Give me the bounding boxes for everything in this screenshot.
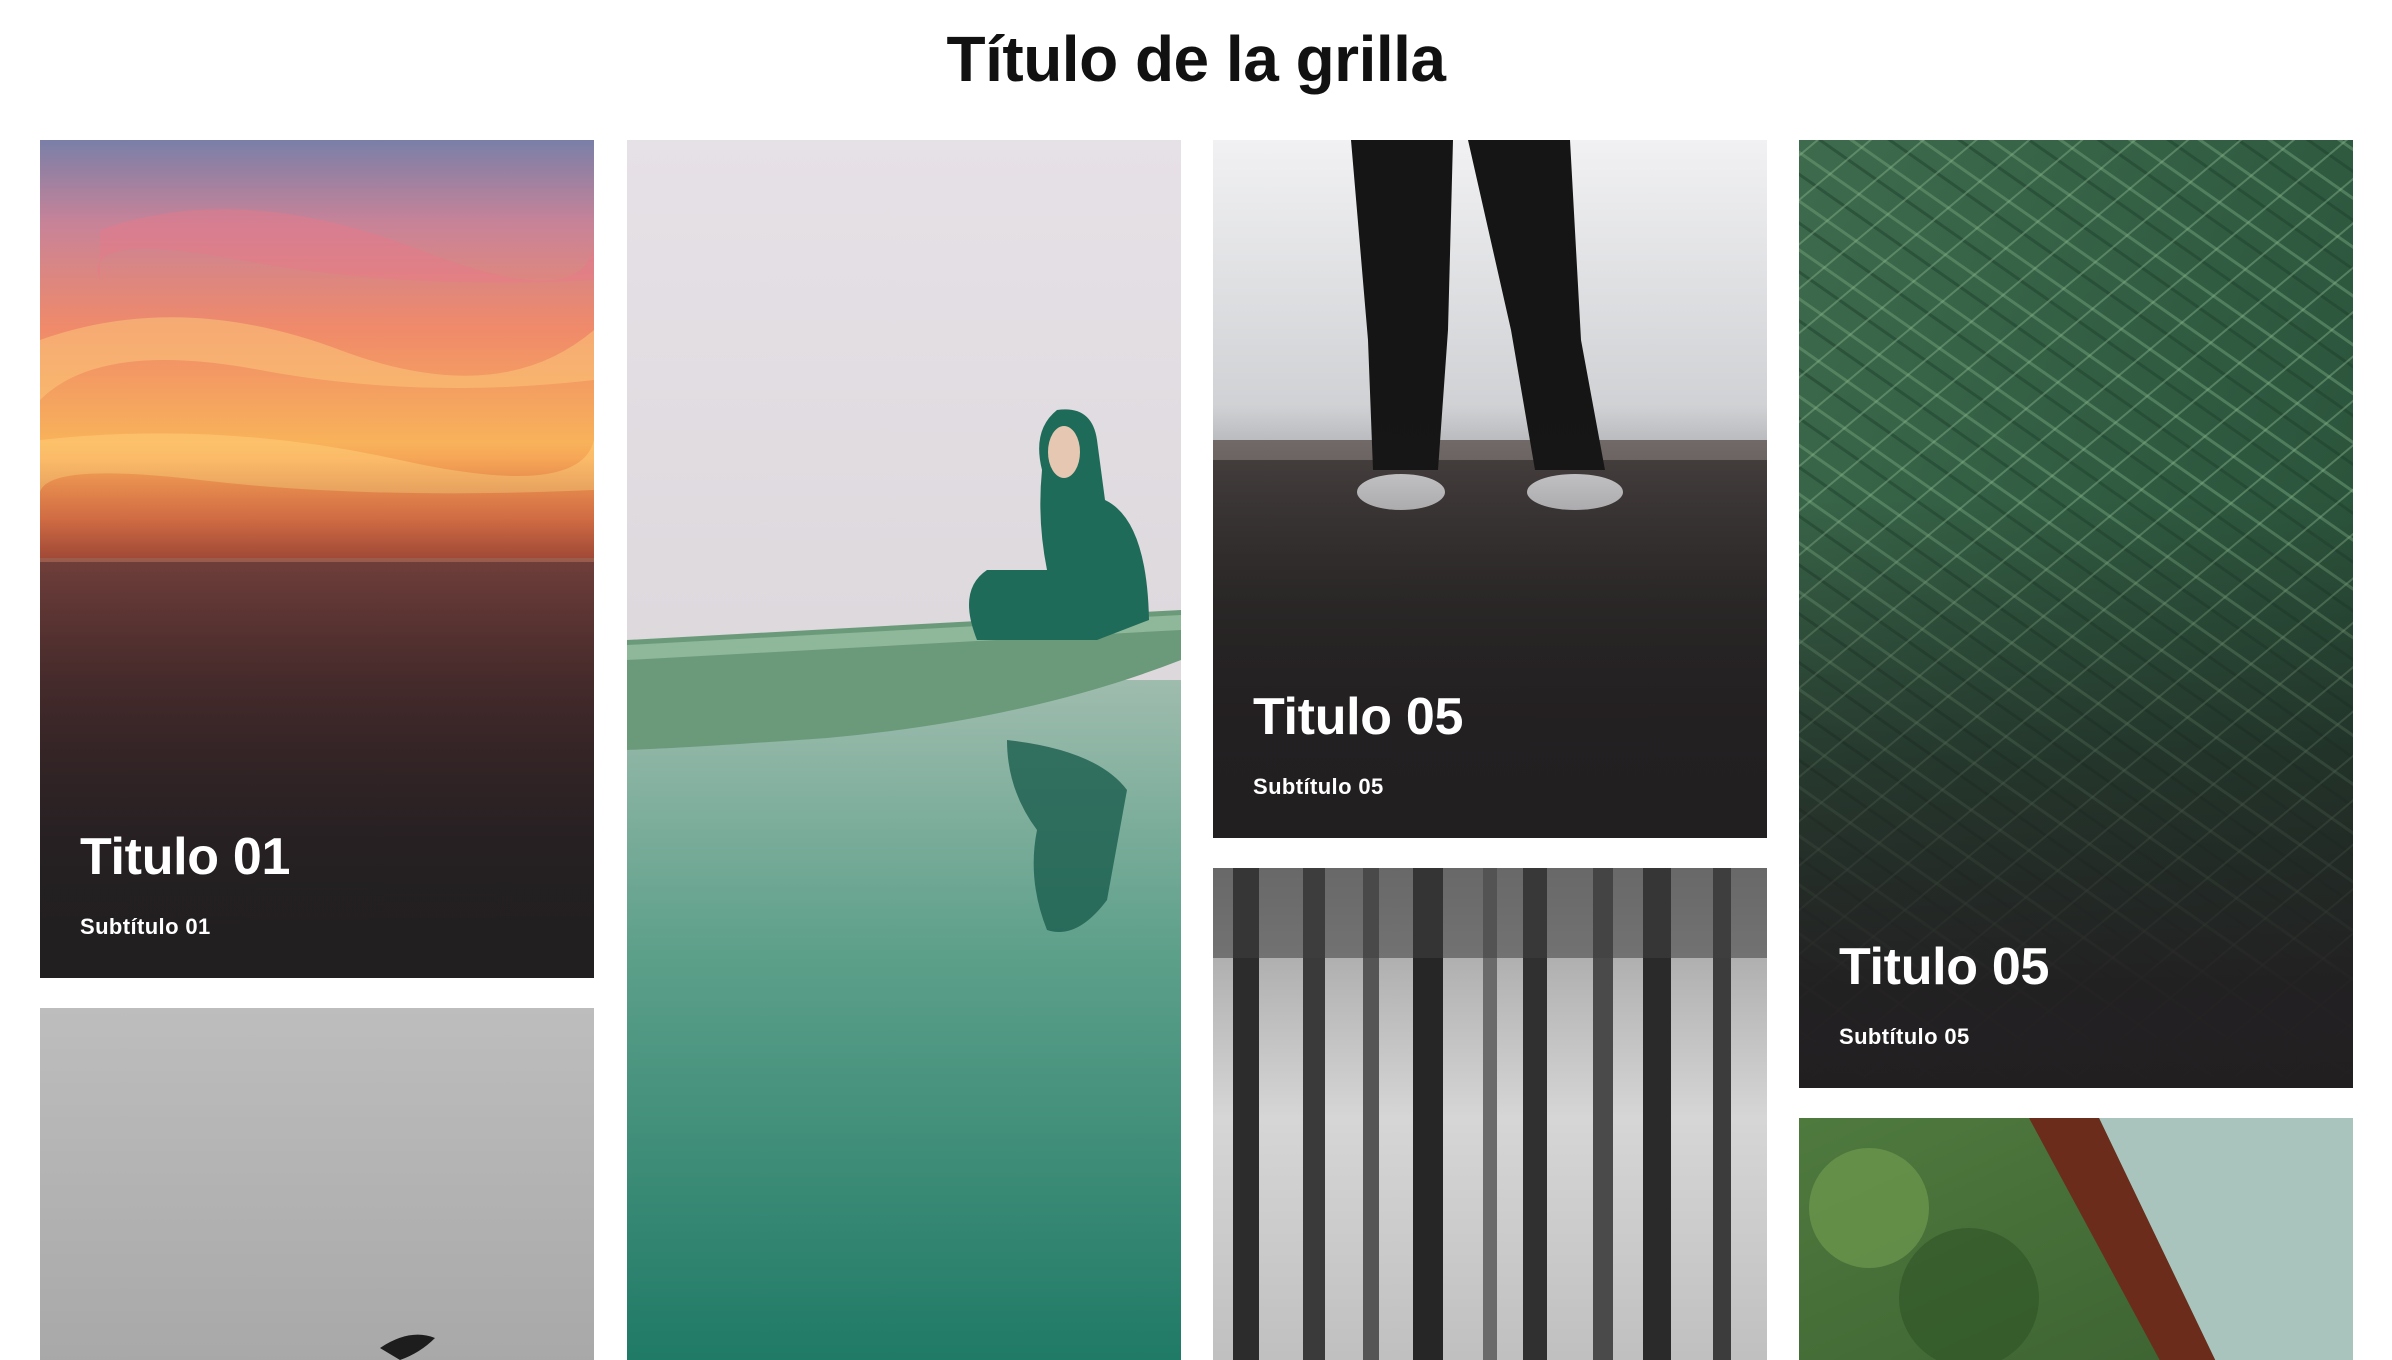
card-title: Titulo 01 [80, 827, 291, 886]
grid-card-sunset[interactable]: Titulo 01 Subtítulo 01 [40, 140, 594, 978]
card-caption: Titulo 05 Subtítulo 05 [1839, 937, 2313, 1050]
card-title: Titulo 05 [1253, 687, 1464, 746]
canoe-image [627, 140, 1181, 1360]
grid-card-forest[interactable] [1213, 868, 1767, 1360]
card-subtitle: Subtítulo 05 [1839, 1024, 1970, 1049]
forest-image [1213, 868, 1767, 1360]
card-title: Titulo 05 [1839, 937, 2050, 996]
bird-image [40, 1008, 594, 1360]
card-caption: Titulo 05 Subtítulo 05 [1253, 687, 1727, 800]
cabin-image [1799, 1118, 2353, 1360]
card-caption: Titulo 01 Subtítulo 01 [80, 827, 554, 940]
grid-card-canoe[interactable] [627, 140, 1181, 1360]
grid-card-legs[interactable]: Titulo 05 Subtítulo 05 [1213, 140, 1767, 838]
grid-page: Título de la grilla Titulo 01 Subtítulo … [0, 0, 2392, 1360]
grid-card-pine[interactable]: Titulo 05 Subtítulo 05 [1799, 140, 2353, 1088]
card-subtitle: Subtítulo 01 [80, 914, 211, 939]
card-subtitle: Subtítulo 05 [1253, 774, 1384, 799]
grid-card-bird[interactable] [40, 1008, 594, 1360]
grid-card-cabin[interactable] [1799, 1118, 2353, 1360]
page-title: Título de la grilla [946, 23, 1447, 95]
